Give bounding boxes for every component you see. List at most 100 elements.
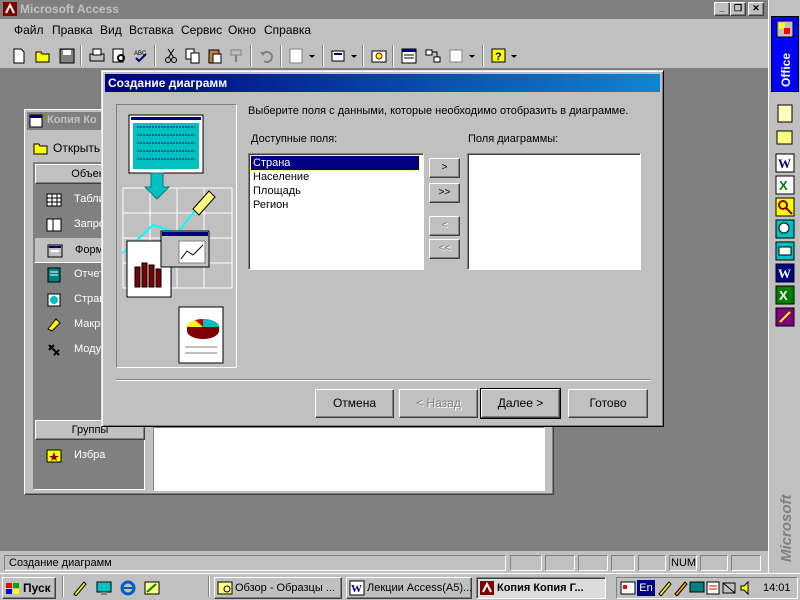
cut-icon[interactable]: [160, 45, 182, 66]
windows-logo-icon: [6, 582, 19, 594]
open-button[interactable]: Открыть: [31, 138, 111, 158]
menu-view[interactable]: Вид: [100, 23, 122, 37]
language-indicator[interactable]: En: [637, 580, 655, 596]
minimize-button[interactable]: _: [714, 2, 730, 16]
new-document-icon[interactable]: [775, 103, 795, 123]
database-window-title: Копия Ко: [47, 114, 97, 126]
format-painter-icon[interactable]: [226, 45, 248, 66]
undo-icon[interactable]: [256, 45, 278, 66]
chart-illustration-icon: [122, 114, 233, 364]
start-button[interactable]: Пуск: [2, 577, 56, 599]
office-links-icon[interactable]: [286, 45, 318, 66]
taskbar: Пуск Обзор - Образцы ... W Лекции Access(…: [0, 573, 800, 600]
tray-monitor-icon[interactable]: [689, 580, 705, 596]
excel-sheet-icon[interactable]: X: [775, 285, 795, 305]
dialog-title-bar: Создание диаграмм: [105, 74, 660, 92]
available-field-item[interactable]: Население: [251, 170, 311, 184]
remove-field-button[interactable]: <: [429, 216, 460, 236]
form-icon: [47, 244, 63, 258]
volume-icon[interactable]: [739, 580, 755, 596]
taskbar-task-word[interactable]: W Лекции Access(A5)...: [346, 577, 472, 599]
powerpoint-icon[interactable]: [775, 307, 795, 327]
cancel-button[interactable]: Отмена: [315, 389, 394, 418]
word-doc-icon[interactable]: W: [775, 263, 795, 283]
available-field-item[interactable]: Площадь: [251, 184, 303, 198]
taskbar-task-access[interactable]: Копия Копия Г...: [476, 577, 606, 599]
open-folder-icon[interactable]: [32, 45, 54, 66]
finish-button[interactable]: Готово: [568, 389, 648, 418]
status-bar: Создание диаграмм NUM: [0, 551, 768, 573]
help-icon[interactable]: ?: [488, 45, 520, 66]
save-icon[interactable]: [56, 45, 78, 66]
menu-file[interactable]: Файл: [14, 23, 44, 37]
add-field-button[interactable]: >: [429, 158, 460, 178]
open-folder-icon: [33, 143, 48, 155]
access-key-icon[interactable]: [3, 2, 17, 16]
word-icon[interactable]: W: [775, 153, 795, 173]
app-title: Microsoft Access: [20, 2, 119, 16]
explorer-icon: [217, 581, 233, 595]
restore-button[interactable]: ❐: [730, 2, 746, 16]
svg-text:W: W: [778, 266, 791, 281]
new-object-icon[interactable]: [446, 45, 478, 66]
office-bar-header[interactable]: Office: [771, 16, 799, 92]
svg-text:X: X: [779, 178, 788, 193]
dialog-divider: [116, 379, 651, 381]
access-key-icon[interactable]: [775, 197, 795, 217]
tray-pencil-icon[interactable]: [673, 580, 689, 596]
table-icon: [46, 193, 62, 207]
favorites-item[interactable]: Избра: [34, 443, 146, 469]
analyze-icon[interactable]: [328, 45, 360, 66]
available-fields-label: Доступные поля:: [251, 133, 338, 145]
back-button[interactable]: < Назад: [399, 389, 478, 418]
print-preview-icon[interactable]: [108, 45, 130, 66]
outlook-icon[interactable]: [775, 241, 795, 261]
toolbar: ABC ?: [0, 41, 768, 69]
relationships-icon[interactable]: [422, 45, 444, 66]
internet-explorer-icon[interactable]: [120, 580, 136, 596]
menu-tools[interactable]: Сервис: [181, 23, 222, 37]
print-icon[interactable]: [86, 45, 108, 66]
favorites-icon: [46, 449, 62, 463]
new-file-icon[interactable]: [8, 45, 30, 66]
menu-bar: Файл Правка Вид Вставка Сервис Окно Спра…: [0, 19, 768, 41]
app-title-bar: Microsoft Access _ ❐ ✕: [0, 0, 768, 19]
code-icon[interactable]: [368, 45, 390, 66]
tray-scheduler-icon[interactable]: [705, 580, 721, 596]
tray-tool-icon[interactable]: [657, 580, 673, 596]
chart-fields-list[interactable]: [467, 153, 641, 270]
desktop-icon[interactable]: [96, 580, 112, 596]
svg-text:Microsoft: Microsoft: [778, 493, 795, 562]
excel-icon[interactable]: X: [775, 175, 795, 195]
report-icon: [47, 267, 61, 283]
quicklaunch-icon[interactable]: [72, 580, 88, 596]
access-key-icon: [480, 581, 494, 596]
menu-edit[interactable]: Правка: [52, 23, 93, 37]
add-all-fields-button[interactable]: >>: [429, 183, 460, 203]
paste-icon[interactable]: [204, 45, 226, 66]
available-fields-list[interactable]: Страна Население Площадь Регион: [248, 153, 424, 270]
menu-insert[interactable]: Вставка: [129, 23, 174, 37]
taskbar-task-explorer[interactable]: Обзор - Образцы ...: [214, 577, 342, 599]
close-button[interactable]: ✕: [748, 2, 764, 16]
tray-app-icon[interactable]: [620, 580, 636, 596]
menu-window[interactable]: Окно: [228, 23, 256, 37]
available-field-item[interactable]: Регион: [251, 198, 290, 212]
num-lock-indicator: NUM: [669, 555, 697, 571]
copy-icon[interactable]: [182, 45, 204, 66]
next-button[interactable]: Далее >: [480, 388, 561, 419]
properties-icon[interactable]: [398, 45, 420, 66]
remove-all-fields-button[interactable]: <<: [429, 239, 460, 259]
svg-text:?: ?: [495, 51, 502, 63]
open-document-icon[interactable]: [775, 127, 795, 147]
chart-fields-label: Поля диаграммы:: [468, 133, 559, 145]
svg-text:W: W: [778, 156, 791, 171]
spelling-icon[interactable]: ABC: [130, 45, 152, 66]
svg-text:X: X: [779, 288, 788, 303]
tray-network-icon[interactable]: [721, 580, 737, 596]
outlook-express-icon[interactable]: [144, 580, 160, 596]
menu-help[interactable]: Справка: [264, 23, 311, 37]
database-object-list[interactable]: [153, 427, 545, 491]
available-field-item[interactable]: Страна: [250, 155, 420, 171]
find-icon[interactable]: [775, 219, 795, 239]
